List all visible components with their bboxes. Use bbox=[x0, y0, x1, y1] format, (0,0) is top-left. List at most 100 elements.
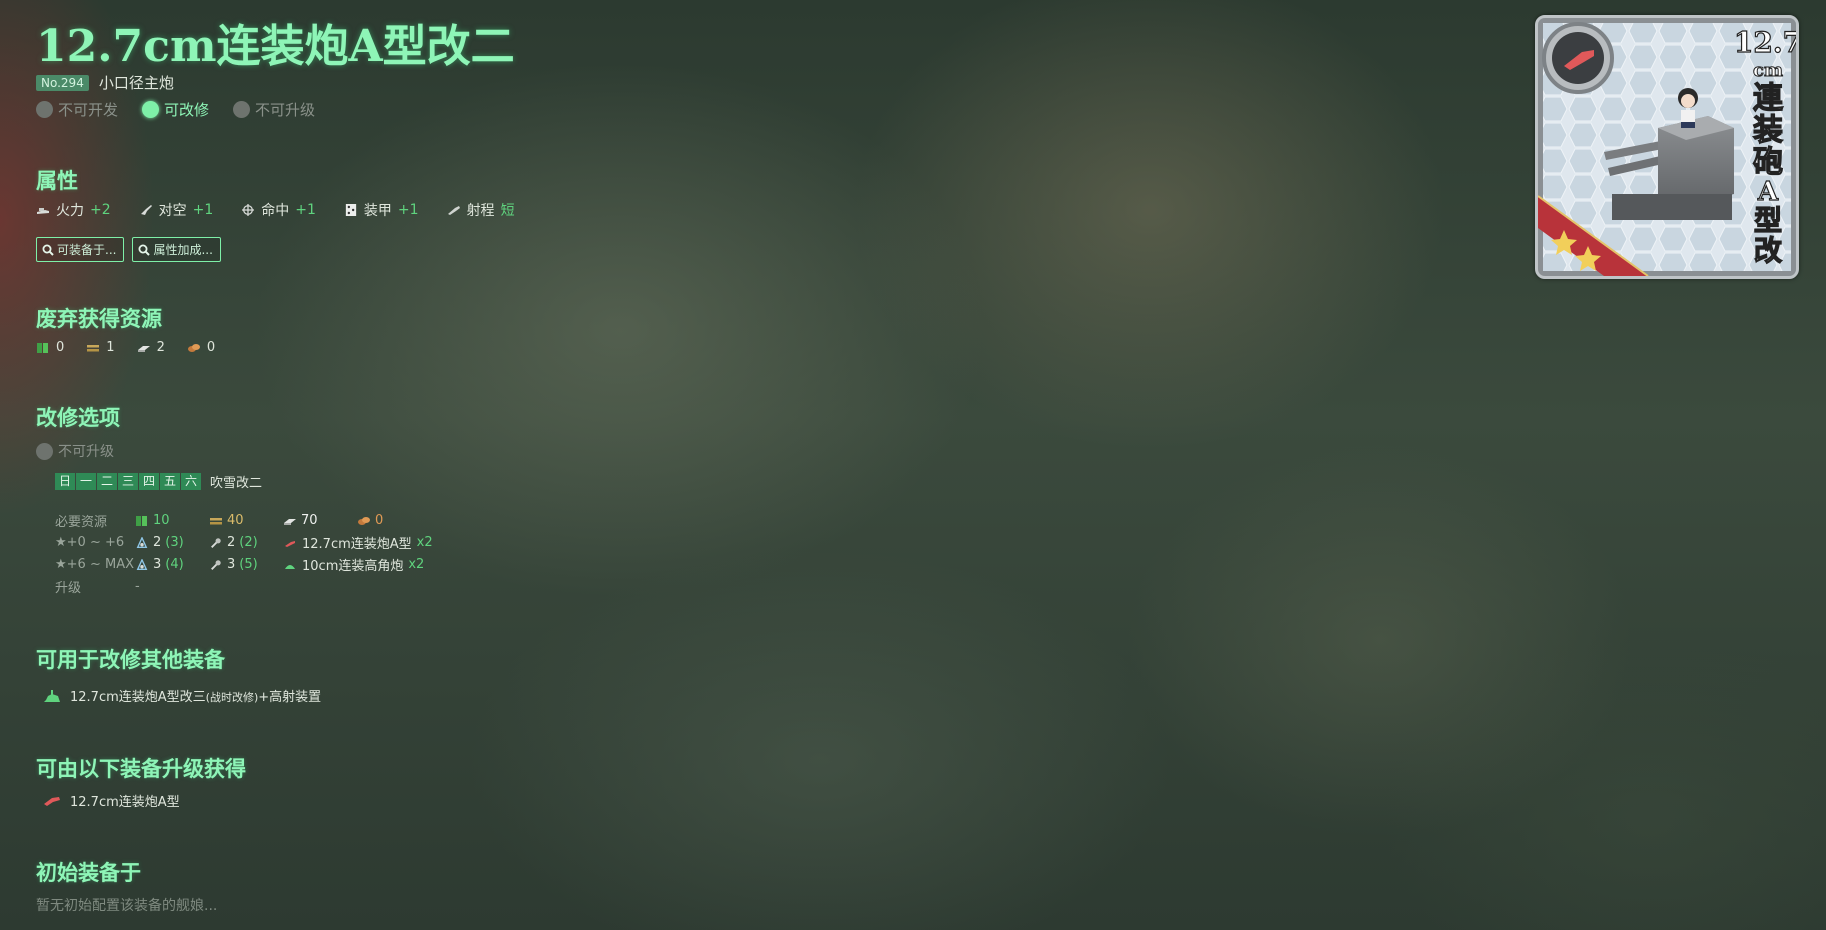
armor-icon bbox=[345, 204, 357, 216]
required-resources-label: 必要资源 bbox=[55, 515, 108, 530]
scrap-steel-value: 2 bbox=[156, 340, 165, 355]
improvement-upgrade-status-label: 不可升级 bbox=[58, 444, 114, 460]
attributes-heading: 属性 bbox=[36, 168, 78, 193]
fuel-icon bbox=[37, 342, 48, 353]
status-dot-icon bbox=[36, 101, 53, 118]
used-for-item-tail: +高射装置 bbox=[258, 690, 322, 705]
stat-range: 射程 短 bbox=[447, 200, 515, 220]
improvement-material-icon bbox=[211, 537, 221, 548]
scrap-resources: 0 1 2 0 bbox=[36, 340, 215, 355]
stage-2-consumed-item[interactable]: 10cm连装高角炮 x2 bbox=[283, 555, 424, 574]
stage-1-screw-sure: (2) bbox=[239, 535, 258, 550]
req-ammo: 40 bbox=[209, 513, 283, 528]
improvement-days: 日 一 二 三 四 五 六 吹雪改二 bbox=[55, 472, 262, 491]
stage-1-consumed-item[interactable]: 12.7cm连装炮A型 x2 bbox=[283, 533, 433, 552]
equipment-type: 小口径主炮 bbox=[98, 74, 174, 92]
improvement-material-icon bbox=[211, 559, 221, 570]
stage-1-devmat-sure: (3) bbox=[165, 535, 184, 550]
svg-text:砲: 砲 bbox=[1753, 145, 1783, 180]
equipment-card-art: 12.7 cm 連 装 砲 A 型 改 bbox=[1538, 18, 1796, 276]
stat-label: 火力 bbox=[56, 203, 84, 219]
svg-text:型: 型 bbox=[1754, 204, 1782, 237]
stat-value: +2 bbox=[90, 202, 111, 218]
svg-text:12.7: 12.7 bbox=[1734, 26, 1796, 59]
stage-1-devmat-value: 2 bbox=[153, 535, 162, 550]
used-for-heading: 可用于改修其他装备 bbox=[36, 647, 225, 672]
main-gun-green-icon bbox=[44, 689, 60, 702]
improvement-upgrade-row: 升级 - bbox=[55, 577, 140, 596]
stat-label: 对空 bbox=[158, 203, 187, 219]
high-angle-gun-icon bbox=[285, 564, 295, 569]
improvement-heading: 改修选项 bbox=[36, 405, 120, 430]
development-material-icon bbox=[136, 536, 148, 548]
stage-2-screw-value: 3 bbox=[227, 557, 236, 572]
stage-2-screw: 3 (5) bbox=[209, 557, 283, 572]
stat-accuracy: 命中 +1 bbox=[241, 200, 316, 220]
scrap-fuel-value: 0 bbox=[56, 340, 65, 355]
stage-2-label: ★+6 ~ MAX bbox=[55, 557, 134, 572]
svg-text:cm: cm bbox=[1753, 60, 1783, 81]
stat-value: 短 bbox=[500, 203, 515, 219]
second-ship[interactable]: 吹雪改二 bbox=[210, 472, 262, 491]
status-dot-icon bbox=[36, 442, 53, 460]
stage-1-label: ★+0 ~ +6 bbox=[55, 535, 125, 550]
stage-2-devmat-value: 3 bbox=[153, 557, 162, 572]
req-bauxite-value: 0 bbox=[375, 513, 384, 528]
ammo-icon bbox=[210, 517, 222, 524]
initial-equip-empty: 暂无初始配置该装备的舰娘... bbox=[36, 898, 218, 914]
scrap-steel: 2 bbox=[137, 340, 165, 355]
stat-anti-air: 对空 +1 bbox=[139, 200, 213, 220]
day-sunday: 日 bbox=[55, 473, 75, 490]
req-fuel: 10 bbox=[135, 513, 209, 528]
day-monday: 一 bbox=[76, 473, 96, 490]
attribute-actions: 可装备于... 属性加成... bbox=[36, 237, 221, 262]
status-improve: 可改修 bbox=[142, 99, 209, 120]
upgrade-value: - bbox=[135, 579, 140, 594]
scrap-bauxite: 0 bbox=[187, 340, 215, 355]
used-for-item-main: 12.7cm连装炮A型改三 bbox=[70, 690, 206, 705]
main-gun-icon bbox=[285, 540, 295, 547]
initial-equip-heading: 初始装备于 bbox=[36, 860, 141, 885]
stage-2-devmat-sure: (4) bbox=[165, 557, 184, 572]
scrap-heading: 废弃获得资源 bbox=[36, 306, 162, 331]
status-dot-active-icon bbox=[142, 101, 160, 118]
status-upgrade-label: 不可升级 bbox=[255, 101, 316, 119]
attributes-list: 火力 +2 对空 +1 命中 +1 装甲 +1 射程 短 bbox=[36, 200, 515, 220]
stat-label: 射程 bbox=[466, 203, 495, 219]
scrap-ammo-value: 1 bbox=[106, 340, 115, 355]
development-material-icon bbox=[136, 558, 148, 570]
stage-1-item-name: 12.7cm连装炮A型 bbox=[302, 537, 412, 552]
search-icon bbox=[138, 244, 151, 256]
range-icon bbox=[447, 206, 460, 215]
upgrade-from-item[interactable]: 12.7cm连装炮A型 bbox=[42, 791, 180, 810]
status-improve-label: 可改修 bbox=[164, 101, 210, 119]
used-for-item-note: (战时改修) bbox=[205, 691, 259, 704]
equippable-by-button[interactable]: 可装备于... bbox=[36, 237, 125, 262]
page-title: 12.7cm连装炮A型改二 bbox=[36, 21, 515, 72]
stat-bonus-button[interactable]: 属性加成... bbox=[132, 237, 221, 262]
stat-bonus-label: 属性加成... bbox=[153, 243, 213, 257]
req-bauxite: 0 bbox=[357, 513, 431, 528]
req-steel-value: 70 bbox=[301, 513, 318, 528]
ammo-icon bbox=[87, 344, 100, 351]
day-wednesday: 三 bbox=[118, 473, 138, 490]
steel-icon bbox=[284, 518, 296, 525]
stage-2-item-count: x2 bbox=[408, 557, 425, 572]
day-thursday: 四 bbox=[139, 473, 159, 490]
main-gun-red-icon bbox=[44, 796, 60, 806]
firepower-icon bbox=[37, 208, 49, 214]
used-for-item[interactable]: 12.7cm连装炮A型改三(战时改修)+高射装置 bbox=[42, 686, 321, 705]
required-resources-row: 必要资源 10 40 70 0 bbox=[55, 511, 431, 530]
improvement-upgrade-status: 不可升级 bbox=[36, 441, 114, 461]
svg-text:装: 装 bbox=[1753, 113, 1783, 148]
stat-label: 装甲 bbox=[363, 203, 392, 219]
equipment-card-image: 12.7 cm 連 装 砲 A 型 改 bbox=[1535, 15, 1799, 279]
steel-icon bbox=[137, 345, 150, 352]
search-icon bbox=[42, 244, 54, 256]
used-for-item-name: 12.7cm连装炮A型改三(战时改修)+高射装置 bbox=[70, 686, 321, 705]
svg-text:A: A bbox=[1757, 177, 1779, 207]
stat-firepower: 火力 +2 bbox=[36, 200, 111, 220]
stage-1-screw: 2 (2) bbox=[209, 535, 283, 550]
scrap-ammo: 1 bbox=[86, 340, 115, 355]
upgrade-from-item-name: 12.7cm连装炮A型 bbox=[70, 795, 180, 810]
